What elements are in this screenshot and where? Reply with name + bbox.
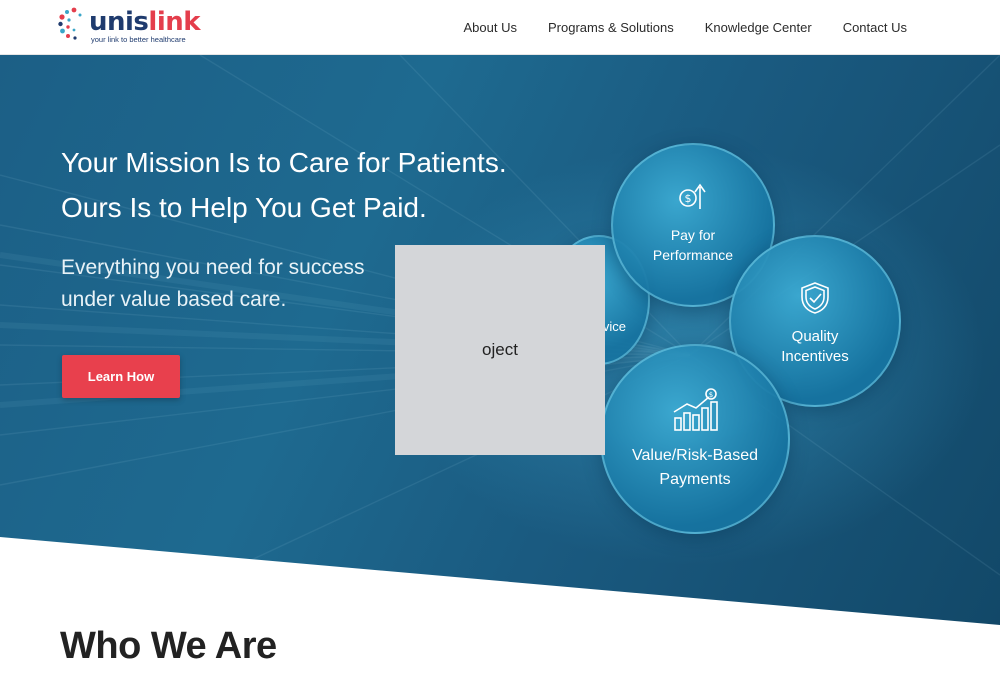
circle-pay-line-1: Pay for bbox=[670, 227, 716, 243]
image-placeholder: oject bbox=[395, 245, 605, 455]
circle-value-line-1: Value/Risk-Based bbox=[632, 447, 758, 464]
hero-title-line-2: Ours Is to Help You Get Paid. bbox=[61, 192, 427, 223]
unislink-logo[interactable]: unislink your link to better healthcare bbox=[58, 6, 201, 46]
hero-subtitle-line-1: Everything you need for success bbox=[61, 256, 365, 279]
hero-subtitle: Everything you need for success under va… bbox=[61, 252, 365, 316]
circle-value-line-2: Payments bbox=[659, 471, 731, 488]
nav-knowledge-center[interactable]: Knowledge Center bbox=[705, 20, 812, 35]
site-header: unislink your link to better healthcare … bbox=[0, 0, 1000, 55]
logo-word-link: link bbox=[148, 7, 201, 37]
circle-value-risk-based-payments[interactable]: $ Value/Risk-Based Payments bbox=[600, 344, 790, 534]
circle-pay-line-2: Performance bbox=[652, 247, 734, 263]
who-we-are-heading: Who We Are bbox=[60, 625, 277, 667]
circle-pay-label: Pay for Performance bbox=[613, 225, 773, 265]
learn-how-button[interactable]: Learn How bbox=[62, 355, 180, 398]
main-nav: About Us Programs & Solutions Knowledge … bbox=[464, 20, 908, 35]
svg-text:$: $ bbox=[709, 391, 713, 399]
bar-chart-dollar-icon: $ bbox=[673, 388, 718, 431]
logo-dots-icon bbox=[58, 7, 82, 40]
hero-title-line-1: Your Mission Is to Care for Patients. bbox=[61, 147, 507, 178]
circle-quality-line-2: Incentives bbox=[781, 348, 849, 365]
shield-check-icon bbox=[801, 282, 829, 314]
dollar-arrow-up-icon: $ bbox=[679, 183, 706, 209]
nav-about-us[interactable]: About Us bbox=[464, 20, 517, 35]
nav-programs-solutions[interactable]: Programs & Solutions bbox=[548, 20, 674, 35]
svg-text:$: $ bbox=[685, 192, 692, 205]
logo-tagline: your link to better healthcare bbox=[91, 35, 186, 44]
logo-word-unis: unis bbox=[89, 7, 149, 37]
circle-quality-line-1: Quality bbox=[791, 328, 839, 345]
nav-contact-us[interactable]: Contact Us bbox=[843, 20, 907, 35]
circle-quality-label: Quality Incentives bbox=[731, 327, 899, 367]
logo-wordmark: unislink bbox=[89, 7, 201, 37]
hero-subtitle-line-2: under value based care. bbox=[61, 288, 287, 311]
hero-title: Your Mission Is to Care for Patients. Ou… bbox=[61, 140, 507, 230]
circle-value-label: Value/Risk-Based Payments bbox=[602, 444, 788, 492]
